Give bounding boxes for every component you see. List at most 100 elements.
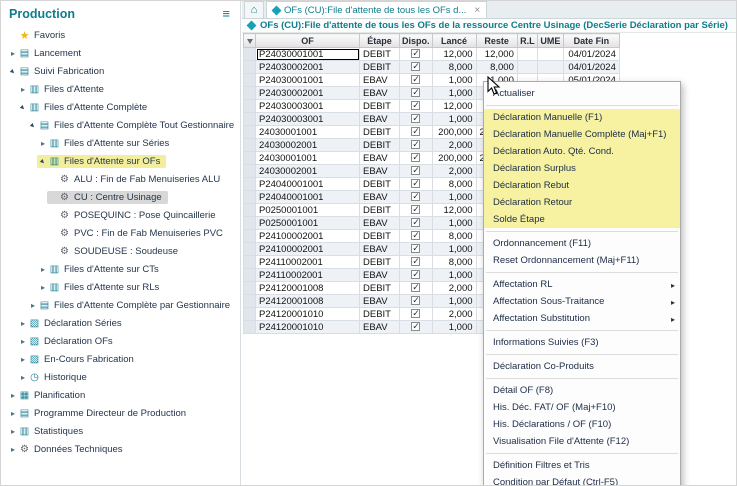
sidebar-item-files-d-attente-sur-rls[interactable]: ▸▥Files d'Attente sur RLs xyxy=(1,278,240,296)
menu-item-visualisation-file-d-attente-f12[interactable]: Visualisation File d'Attente (F12) xyxy=(484,433,680,450)
expand-arrow-icon[interactable]: ▸ xyxy=(8,427,18,436)
sidebar-item-files-d-attente-sur-ofs[interactable]: ▸▥Files d'Attente sur OFs xyxy=(1,152,240,170)
row-selector-cell[interactable] xyxy=(244,204,256,217)
menu-item-his-dec-fat-of-maj-f10[interactable]: His. Déc. FAT/ OF (Maj+F10) xyxy=(484,399,680,416)
dispo-cell[interactable]: ✓ xyxy=(400,61,433,74)
expand-arrow-icon[interactable]: ▸ xyxy=(8,409,18,418)
row-selector-cell[interactable] xyxy=(244,256,256,269)
expand-arrow-icon[interactable]: ▸ xyxy=(18,373,28,382)
of-cell[interactable]: 24030002001 xyxy=(256,165,360,178)
of-cell[interactable]: P24120001008 xyxy=(256,295,360,308)
of-cell[interactable]: P0250001001 xyxy=(256,204,360,217)
lance-cell[interactable]: 1,000 xyxy=(432,87,476,100)
row-selector-cell[interactable] xyxy=(244,308,256,321)
sidebar-item-files-d-attente-complete[interactable]: ▸▥Files d'Attente Complète xyxy=(1,98,240,116)
sidebar-item-files-d-attente[interactable]: ▸▥Files d'Attente xyxy=(1,80,240,98)
dispo-cell[interactable]: ✓ xyxy=(400,178,433,191)
ume-cell[interactable] xyxy=(537,61,563,74)
home-tab[interactable]: ⌂ xyxy=(244,1,264,18)
dispo-checkbox[interactable]: ✓ xyxy=(411,179,420,188)
column-header-etape[interactable]: Étape xyxy=(360,34,400,48)
menu-item-declaration-manuelle-complete-maj-f1[interactable]: Déclaration Manuelle Complète (Maj+F1) xyxy=(484,126,680,143)
of-cell[interactable]: P24030003001 xyxy=(256,100,360,113)
dispo-checkbox[interactable]: ✓ xyxy=(411,205,420,214)
row-selector-cell[interactable] xyxy=(244,48,256,61)
etape-cell[interactable]: EBAV xyxy=(360,152,400,165)
dispo-cell[interactable]: ✓ xyxy=(400,295,433,308)
etape-cell[interactable]: DEBIT xyxy=(360,126,400,139)
dispo-cell[interactable]: ✓ xyxy=(400,308,433,321)
lance-cell[interactable]: 200,000 xyxy=(432,152,476,165)
of-cell[interactable]: P24030001001 xyxy=(256,74,360,87)
row-selector-cell[interactable] xyxy=(244,282,256,295)
etape-cell[interactable]: DEBIT xyxy=(360,139,400,152)
row-selector-cell[interactable] xyxy=(244,87,256,100)
row-selector-header[interactable] xyxy=(244,34,256,48)
of-cell[interactable]: P24100002001 xyxy=(256,230,360,243)
sidebar-item-declaration-ofs[interactable]: ▸▧Déclaration OFs xyxy=(1,332,240,350)
expand-arrow-icon[interactable]: ▸ xyxy=(8,49,18,58)
etape-cell[interactable]: DEBIT xyxy=(360,178,400,191)
row-selector-cell[interactable] xyxy=(244,178,256,191)
lance-cell[interactable]: 8,000 xyxy=(432,256,476,269)
dispo-cell[interactable]: ✓ xyxy=(400,126,433,139)
expand-arrow-icon[interactable]: ▸ xyxy=(8,445,18,454)
menu-item-affectation-rl[interactable]: Affectation RL▸ xyxy=(484,276,680,293)
dispo-cell[interactable]: ✓ xyxy=(400,139,433,152)
sidebar-item-donnees-techniques[interactable]: ▸⚙Données Techniques xyxy=(1,440,240,458)
sidebar-item-files-d-attente-sur-cts[interactable]: ▸▥Files d'Attente sur CTs xyxy=(1,260,240,278)
of-cell[interactable]: P24040001001 xyxy=(256,178,360,191)
sidebar-item-alu-fin-de-fab-menuiseries-alu[interactable]: ▸⚙ALU : Fin de Fab Menuiseries ALU xyxy=(1,170,240,188)
dispo-checkbox[interactable]: ✓ xyxy=(411,75,420,84)
of-cell[interactable]: P24120001008 xyxy=(256,282,360,295)
dispo-cell[interactable]: ✓ xyxy=(400,113,433,126)
lance-cell[interactable]: 1,000 xyxy=(432,269,476,282)
dispo-cell[interactable]: ✓ xyxy=(400,230,433,243)
dispo-cell[interactable]: ✓ xyxy=(400,204,433,217)
sidebar-item-favoris[interactable]: ▸★Favoris xyxy=(1,26,240,44)
column-header-ume[interactable]: UME xyxy=(537,34,563,48)
etape-cell[interactable]: DEBIT xyxy=(360,61,400,74)
reste-cell[interactable]: 8,000 xyxy=(476,61,517,74)
dispo-checkbox[interactable]: ✓ xyxy=(411,244,420,253)
etape-cell[interactable]: EBAV xyxy=(360,165,400,178)
lance-cell[interactable]: 8,000 xyxy=(432,61,476,74)
menu-item-actualiser[interactable]: Actualiser xyxy=(484,85,680,102)
dispo-checkbox[interactable]: ✓ xyxy=(411,270,420,279)
row-selector-cell[interactable] xyxy=(244,269,256,282)
sidebar-item-files-d-attente-complete-par-gestionnaire[interactable]: ▸▤Files d'Attente Complète par Gestionna… xyxy=(1,296,240,314)
expand-arrow-icon[interactable]: ▸ xyxy=(28,301,38,310)
lance-cell[interactable]: 200,000 xyxy=(432,126,476,139)
column-header-of[interactable]: OF xyxy=(256,34,360,48)
dispo-cell[interactable]: ✓ xyxy=(400,269,433,282)
dispo-checkbox[interactable]: ✓ xyxy=(411,257,420,266)
sidebar-item-cu-centre-usinage[interactable]: ▸⚙CU : Centre Usinage xyxy=(1,188,240,206)
lance-cell[interactable]: 1,000 xyxy=(432,243,476,256)
dispo-checkbox[interactable]: ✓ xyxy=(411,192,420,201)
sidebar-item-en-cours-fabrication[interactable]: ▸▨En-Cours Fabrication xyxy=(1,350,240,368)
column-header-reste[interactable]: Reste xyxy=(476,34,517,48)
sidebar-item-soudeuse-soudeuse[interactable]: ▸⚙SOUDEUSE : Soudeuse xyxy=(1,242,240,260)
dispo-checkbox[interactable]: ✓ xyxy=(411,322,420,331)
sidebar-item-programme-directeur-de-production[interactable]: ▸▤Programme Directeur de Production xyxy=(1,404,240,422)
sidebar-item-pvc-fin-de-fab-menuiseries-pvc[interactable]: ▸⚙PVC : Fin de Fab Menuiseries PVC xyxy=(1,224,240,242)
menu-item-detail-of-f8[interactable]: Détail OF (F8) xyxy=(484,382,680,399)
etape-cell[interactable]: DEBIT xyxy=(360,308,400,321)
etape-cell[interactable]: DEBIT xyxy=(360,100,400,113)
dispo-checkbox[interactable]: ✓ xyxy=(411,153,420,162)
sidebar-item-suivi-fabrication[interactable]: ▸▤Suivi Fabrication xyxy=(1,62,240,80)
sidebar-item-files-d-attente-sur-series[interactable]: ▸▥Files d'Attente sur Séries xyxy=(1,134,240,152)
of-cell[interactable]: P24110002001 xyxy=(256,269,360,282)
dispo-checkbox[interactable]: ✓ xyxy=(411,127,420,136)
dispo-checkbox[interactable]: ✓ xyxy=(411,166,420,175)
of-cell[interactable]: 24030001001 xyxy=(256,152,360,165)
close-icon[interactable]: × xyxy=(474,5,480,16)
lance-cell[interactable]: 2,000 xyxy=(432,308,476,321)
row-selector-cell[interactable] xyxy=(244,230,256,243)
lance-cell[interactable]: 1,000 xyxy=(432,295,476,308)
date-fin-cell[interactable]: 04/01/2024 xyxy=(563,61,619,74)
menu-item-affectation-substitution[interactable]: Affectation Substitution▸ xyxy=(484,310,680,327)
etape-cell[interactable]: EBAV xyxy=(360,191,400,204)
dispo-cell[interactable]: ✓ xyxy=(400,243,433,256)
expand-arrow-icon[interactable]: ▸ xyxy=(18,337,28,346)
